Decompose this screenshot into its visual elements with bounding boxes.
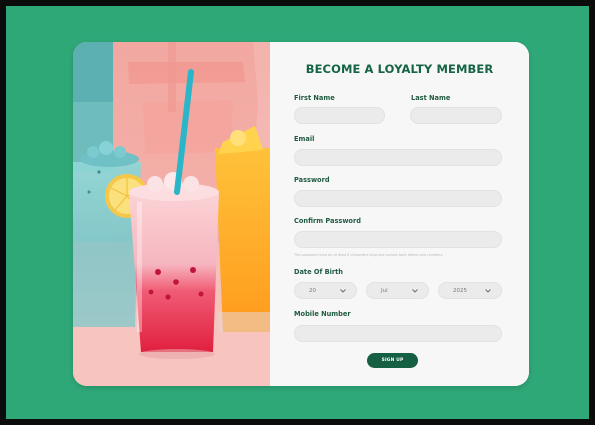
- confirm-password-field[interactable]: [294, 231, 502, 248]
- dob-day-value: 20: [309, 287, 316, 294]
- password-field[interactable]: [294, 190, 502, 207]
- dob-year-select[interactable]: 2025: [438, 282, 502, 299]
- last-name-field[interactable]: [410, 107, 502, 124]
- dob-month-value: Jul: [381, 287, 388, 294]
- chevron-down-icon: [339, 287, 347, 295]
- password-helper-text: The password must be at least 8 characte…: [294, 253, 443, 257]
- hero-image: [73, 42, 270, 386]
- dob-year-value: 2025: [453, 287, 467, 294]
- signup-form: BECOME A LOYALTY MEMBER First Name Last …: [270, 42, 529, 386]
- mobile-number-field[interactable]: [294, 325, 502, 342]
- email-label: Email: [294, 135, 315, 143]
- chevron-down-icon: [484, 287, 492, 295]
- first-name-label: First Name: [294, 94, 335, 102]
- dob-day-select[interactable]: 20: [294, 282, 357, 299]
- last-name-label: Last Name: [411, 94, 451, 102]
- confirm-password-label: Confirm Password: [294, 217, 361, 225]
- signup-card: BECOME A LOYALTY MEMBER First Name Last …: [73, 42, 529, 386]
- form-title: BECOME A LOYALTY MEMBER: [305, 62, 494, 76]
- chevron-down-icon: [411, 287, 419, 295]
- first-name-field[interactable]: [294, 107, 385, 124]
- mobile-number-label: Mobile Number: [294, 310, 351, 318]
- dob-month-select[interactable]: Jul: [366, 282, 429, 299]
- email-field[interactable]: [294, 149, 502, 166]
- password-label: Password: [294, 176, 330, 184]
- colorful-drinks-icon: [73, 42, 270, 386]
- dob-label: Date Of Birth: [294, 268, 343, 276]
- sign-up-button[interactable]: SIGN UP: [367, 353, 418, 368]
